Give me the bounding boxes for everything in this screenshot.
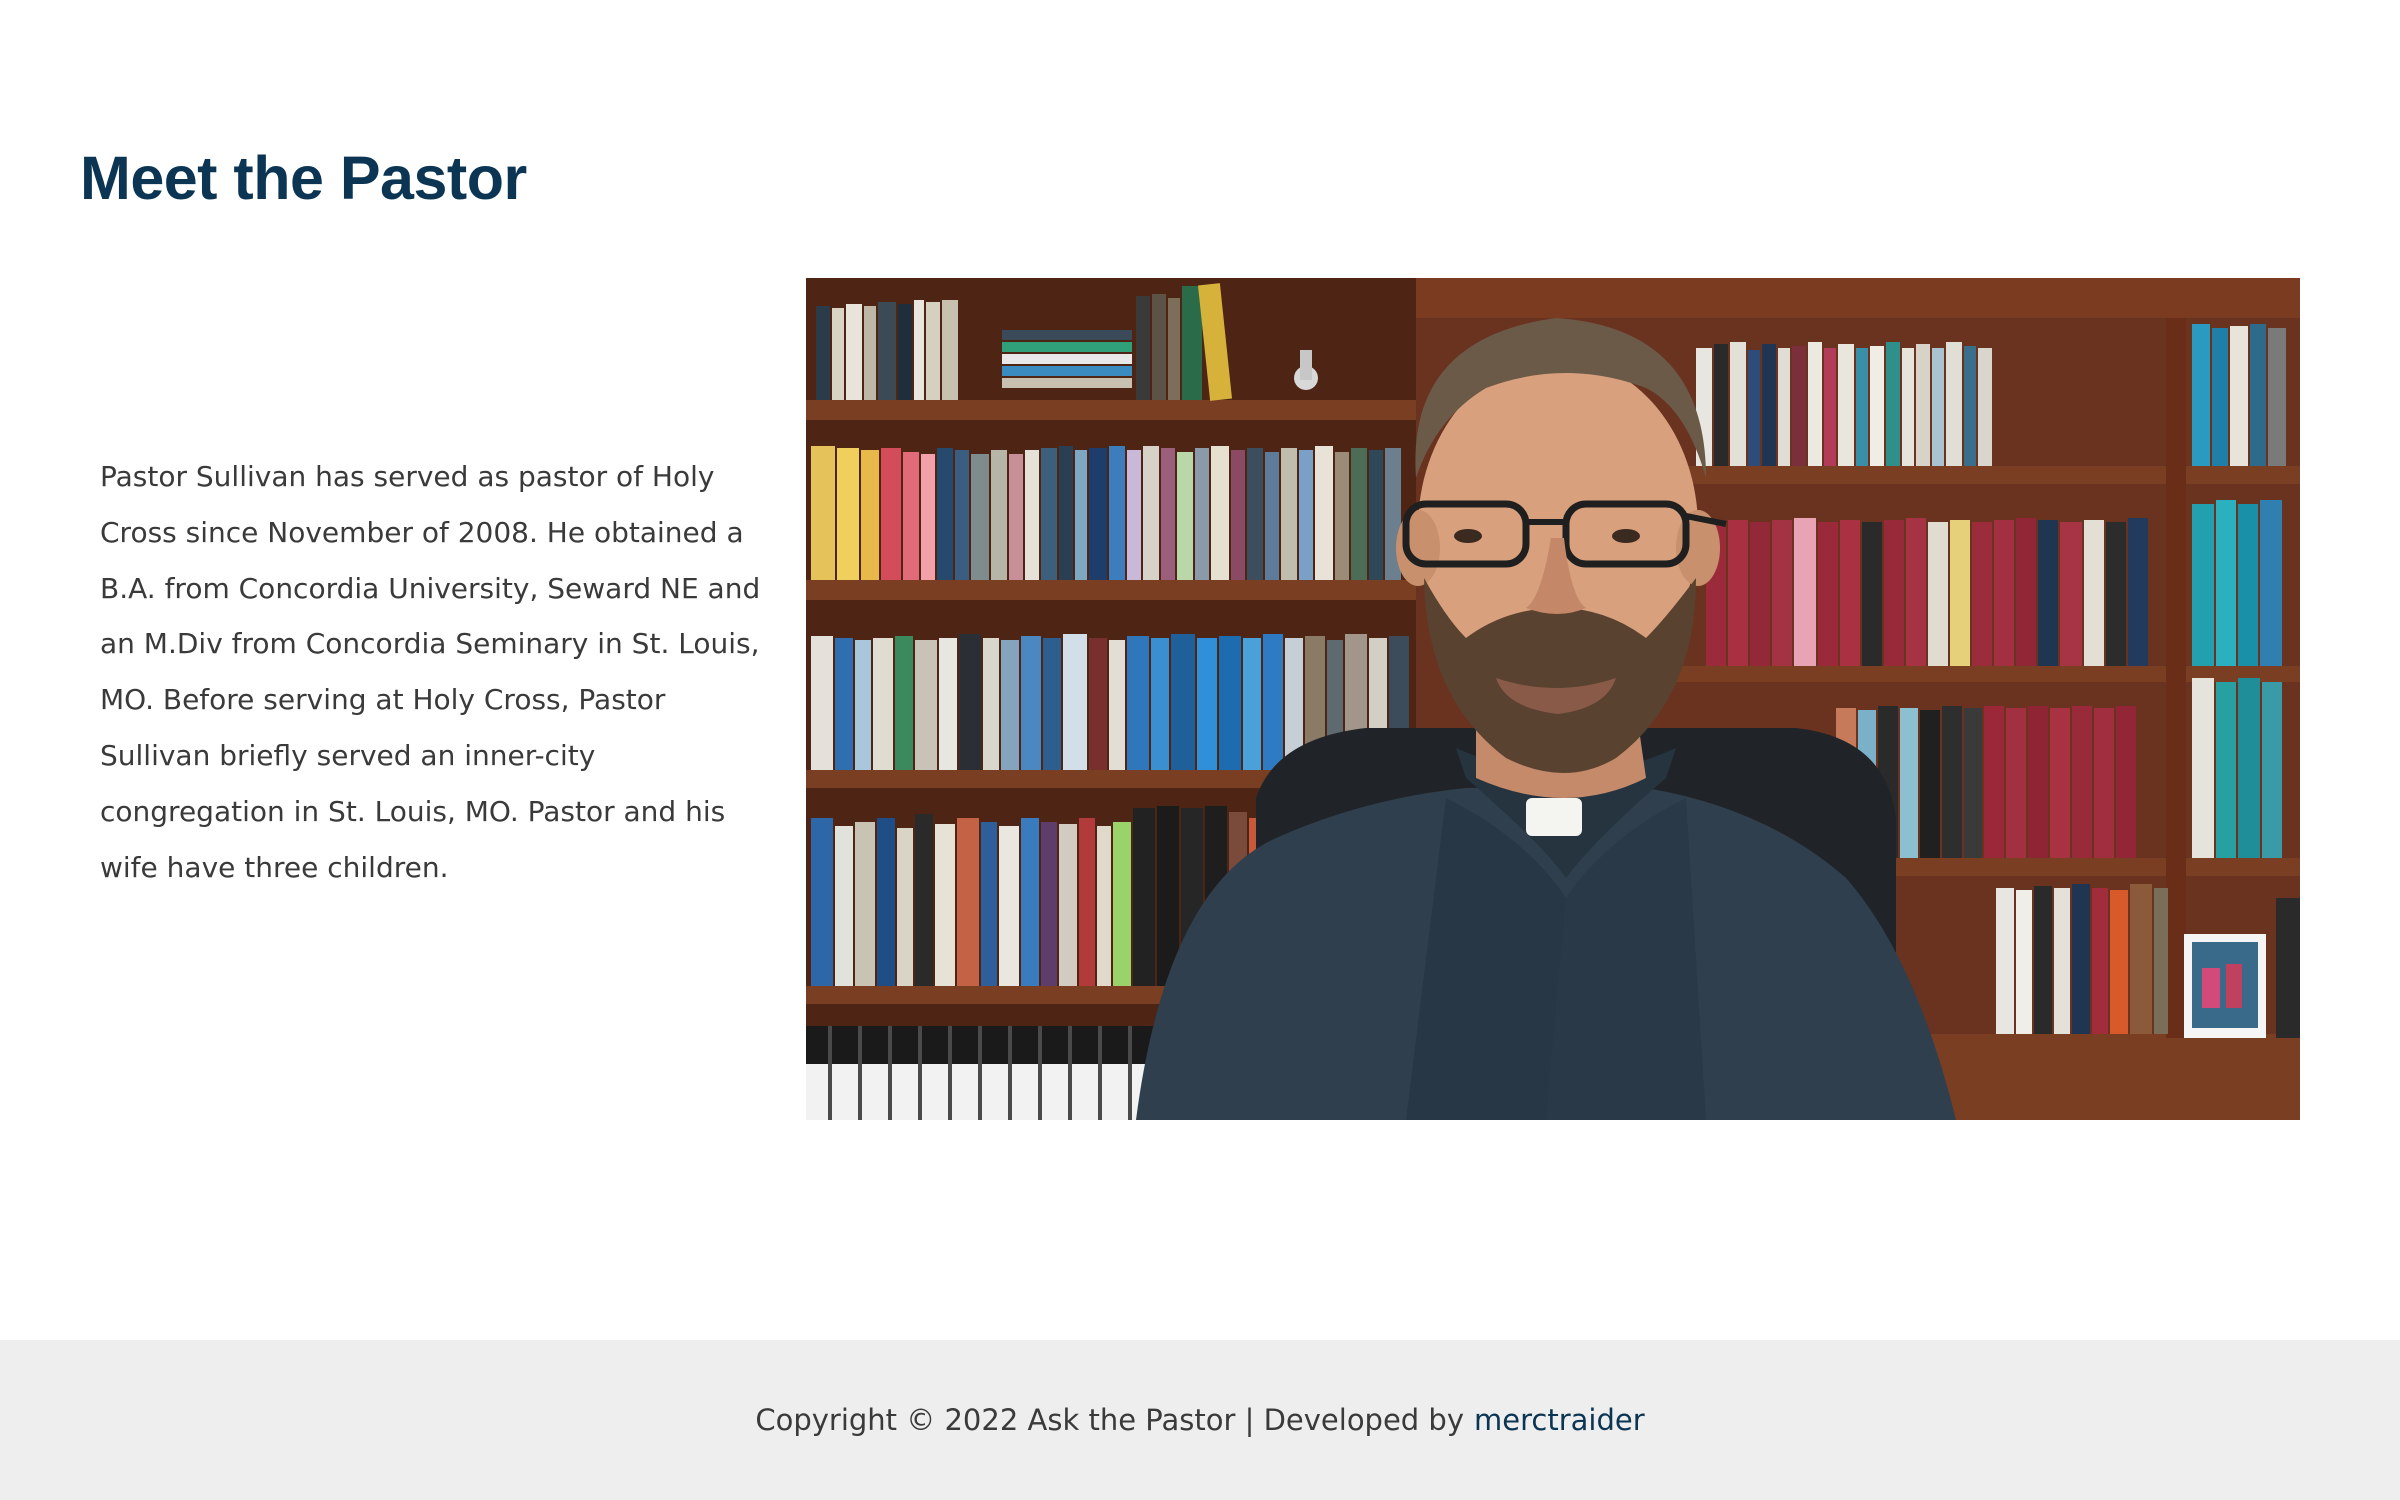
footer-copyright: Copyright © 2022 Ask the Pastor | Develo…	[0, 1340, 2400, 1500]
pastor-bio-text: Pastor Sullivan has served as pastor of …	[100, 460, 761, 884]
pastor-photo	[806, 278, 2300, 1120]
site-footer: Copyright © 2022 Ask the Pastor | Develo…	[0, 1340, 2400, 1500]
developer-link[interactable]: merctraider	[1474, 1403, 1645, 1437]
page-title: Meet the Pastor	[80, 144, 527, 212]
footer-copyright-text: Copyright © 2022 Ask the Pastor | Develo…	[755, 1403, 1465, 1437]
pastor-photo-illustration	[806, 278, 2300, 1120]
